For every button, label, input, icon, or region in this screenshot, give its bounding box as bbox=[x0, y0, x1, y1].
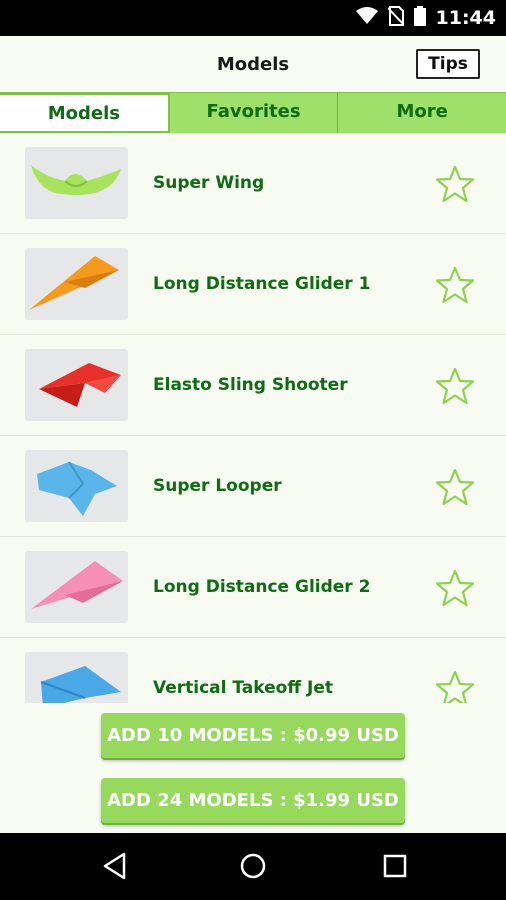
favorite-star-icon[interactable] bbox=[435, 468, 475, 506]
favorite-star-icon[interactable] bbox=[435, 165, 475, 203]
tips-button[interactable]: Tips bbox=[416, 49, 480, 79]
status-icons: 11:44 bbox=[355, 0, 496, 36]
add-10-models-button[interactable]: ADD 10 MODELS : $0.99 USD bbox=[101, 713, 405, 758]
model-thumbnail bbox=[25, 147, 128, 219]
list-item[interactable]: Long Distance Glider 1 bbox=[0, 234, 506, 335]
tab-models[interactable]: Models bbox=[0, 93, 170, 133]
favorite-star-icon[interactable] bbox=[435, 367, 475, 405]
model-list[interactable]: Super Wing Long Distance Glider 1 Elasto… bbox=[0, 133, 506, 703]
model-thumbnail bbox=[25, 349, 128, 421]
model-name: Long Distance Glider 2 bbox=[153, 577, 371, 597]
battery-icon bbox=[413, 6, 426, 30]
model-name: Super Wing bbox=[153, 173, 265, 193]
model-thumbnail bbox=[25, 248, 128, 320]
tab-favorites[interactable]: Favorites bbox=[170, 93, 339, 133]
home-icon[interactable] bbox=[238, 851, 268, 881]
no-sim-icon bbox=[386, 6, 405, 30]
model-thumbnail bbox=[25, 450, 128, 522]
favorite-star-icon[interactable] bbox=[435, 569, 475, 607]
wifi-icon bbox=[355, 7, 378, 29]
tab-bar: Models Favorites More bbox=[0, 92, 506, 134]
model-thumbnail bbox=[25, 551, 128, 623]
model-thumbnail bbox=[25, 652, 128, 703]
tab-more[interactable]: More bbox=[338, 93, 506, 133]
recents-icon[interactable] bbox=[380, 851, 410, 881]
model-name: Vertical Takeoff Jet bbox=[153, 678, 333, 698]
status-bar: 11:44 bbox=[0, 0, 506, 36]
list-item[interactable]: Super Looper bbox=[0, 436, 506, 537]
back-icon[interactable] bbox=[100, 851, 130, 881]
app-bar: Models Tips bbox=[0, 36, 506, 92]
add-24-models-button[interactable]: ADD 24 MODELS : $1.99 USD bbox=[101, 778, 405, 823]
model-name: Elasto Sling Shooter bbox=[153, 375, 348, 395]
list-item[interactable]: Super Wing bbox=[0, 133, 506, 234]
navigation-bar bbox=[0, 833, 506, 900]
favorite-star-icon[interactable] bbox=[435, 670, 475, 703]
list-item[interactable]: Long Distance Glider 2 bbox=[0, 537, 506, 638]
list-item[interactable]: Elasto Sling Shooter bbox=[0, 335, 506, 436]
model-name: Super Looper bbox=[153, 476, 282, 496]
status-time: 11:44 bbox=[435, 7, 496, 29]
favorite-star-icon[interactable] bbox=[435, 266, 475, 304]
model-name: Long Distance Glider 1 bbox=[153, 274, 371, 294]
list-item[interactable]: Vertical Takeoff Jet bbox=[0, 638, 506, 703]
